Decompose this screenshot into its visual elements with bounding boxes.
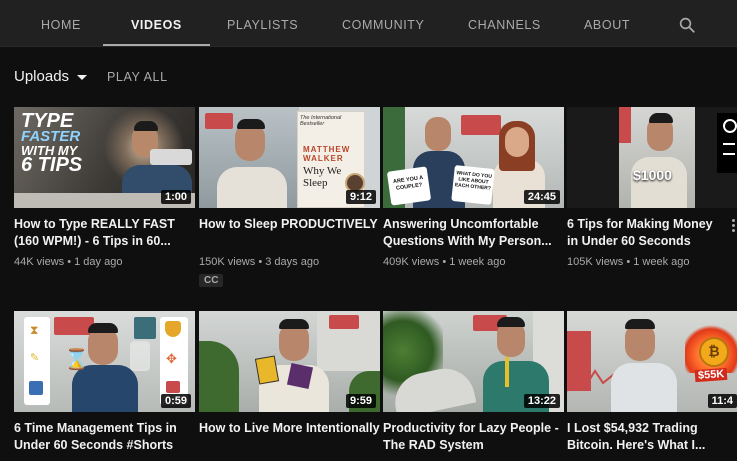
playlist-icon <box>723 143 735 155</box>
video-card: 9:59 How to Live More Intentionally <box>199 311 380 454</box>
hourglass-icon: ⧗ <box>30 323 39 337</box>
video-meta: 105K views • 1 week ago <box>567 256 737 268</box>
video-title[interactable]: 6 Time Management Tips in Under 60 Secon… <box>14 420 195 454</box>
upload-age: 1 day ago <box>74 256 123 268</box>
thumb-overlay-text: $1000 <box>633 167 672 183</box>
tab-channels[interactable]: CHANNELS <box>468 0 541 46</box>
shield-icon <box>165 321 181 337</box>
meta-separator: • <box>258 256 263 268</box>
clock-icon <box>723 119 737 133</box>
view-count: 105K views <box>567 256 624 268</box>
stack-icon <box>166 381 180 393</box>
duration-badge: 9:59 <box>345 394 376 408</box>
thumb-card-text: WHAT DO YOU LIKE ABOUT EACH OTHER? <box>451 165 495 205</box>
video-thumbnail[interactable]: 9:59 <box>199 311 380 412</box>
book-author-text: WALKER <box>303 154 344 163</box>
thumb-overlay-text: 6 TIPS <box>21 154 83 176</box>
video-meta: 409K views • 1 week ago <box>383 256 564 268</box>
video-meta: 44K views • 1 day ago <box>14 256 195 268</box>
search-icon[interactable] <box>678 16 696 34</box>
bitcoin-icon: ₿ <box>699 337 729 367</box>
video-title[interactable]: I Lost $54,932 Trading Bitcoin. Here's W… <box>567 420 727 454</box>
tab-playlists[interactable]: PLAYLISTS <box>227 0 298 46</box>
pencil-icon: ✎ <box>30 352 40 364</box>
view-count: 150K views <box>199 256 256 268</box>
duration-badge: 9:12 <box>345 190 376 204</box>
caret-down-icon <box>77 74 88 80</box>
thumb-overlay-text: FASTER <box>21 128 81 145</box>
tab-community[interactable]: COMMUNITY <box>342 0 424 46</box>
more-options-icon[interactable] <box>732 219 736 233</box>
video-thumbnail[interactable]: $1000 <box>567 107 737 208</box>
uploads-label: Uploads <box>14 68 70 85</box>
play-all-button[interactable]: PLAY ALL <box>107 70 168 84</box>
meta-separator: • <box>442 256 447 268</box>
video-title[interactable]: How to Sleep PRODUCTIVELY <box>199 216 380 250</box>
calendar-icon <box>29 381 43 395</box>
upload-age: 1 week ago <box>449 256 506 268</box>
video-title[interactable]: How to Live More Intentionally <box>199 420 380 454</box>
video-card: ⧗ ✎ ✥ ⌛ 0:59 6 Time Management Tips in U… <box>14 311 195 454</box>
duration-badge: 13:22 <box>523 394 560 408</box>
closed-captions-badge: CC <box>199 274 224 287</box>
video-card: 13:22 Productivity for Lazy People - The… <box>383 311 564 454</box>
hourglass-prop-icon: ⌛ <box>64 349 89 371</box>
tab-home[interactable]: HOME <box>41 0 81 46</box>
video-title[interactable]: Answering Uncomfortable Questions With M… <box>383 216 564 250</box>
video-thumbnail[interactable]: 13:22 <box>383 311 564 412</box>
thumb-card-text: ARE YOU A COUPLE? <box>386 166 432 206</box>
video-card: ₿ $55K 11:4 I Lost $54,932 Trading Bitco… <box>567 311 737 454</box>
book-bestseller-text: The International Bestseller <box>300 115 342 127</box>
thumb-overlay-text: $55K <box>694 367 728 383</box>
tab-videos[interactable]: VIDEOS <box>103 0 210 46</box>
video-thumbnail[interactable]: TYPE FASTER WITH MY 6 TIPS 1:00 <box>14 107 195 208</box>
video-card: The International Bestseller MATTHEW WAL… <box>199 107 380 288</box>
channel-tab-bar: HOME VIDEOS PLAYLISTS COMMUNITY CHANNELS… <box>0 0 737 47</box>
video-title[interactable]: 6 Tips for Making Money in Under 60 Seco… <box>567 216 727 250</box>
arrows-icon: ✥ <box>166 351 177 366</box>
video-thumbnail[interactable]: ₿ $55K 11:4 <box>567 311 737 412</box>
duration-badge: 0:59 <box>160 394 191 408</box>
video-thumbnail[interactable]: ⧗ ✎ ✥ ⌛ 0:59 <box>14 311 195 412</box>
view-count: 44K views <box>14 256 65 268</box>
book-title-text: Sleep <box>303 177 328 189</box>
tab-about[interactable]: ABOUT <box>584 0 630 46</box>
view-count: 409K views <box>383 256 440 268</box>
duration-badge: 1:00 <box>160 190 191 204</box>
video-card: TYPE FASTER WITH MY 6 TIPS 1:00 How to T… <box>14 107 195 268</box>
upload-age: 1 week ago <box>633 256 690 268</box>
upload-age: 3 days ago <box>265 256 320 268</box>
meta-separator: • <box>626 256 631 268</box>
duration-badge: 24:45 <box>523 190 560 204</box>
video-thumbnail[interactable]: The International Bestseller MATTHEW WAL… <box>199 107 380 208</box>
video-card: ARE YOU A COUPLE? WHAT DO YOU LIKE ABOUT… <box>383 107 564 268</box>
uploads-dropdown[interactable]: Uploads <box>14 68 88 85</box>
book-title-text: Why We <box>303 165 342 177</box>
video-title[interactable]: Productivity for Lazy People - The RAD S… <box>383 420 564 454</box>
duration-badge: 11:4 <box>707 394 737 408</box>
book-author-text: MATTHEW <box>303 145 351 154</box>
video-thumbnail[interactable]: ARE YOU A COUPLE? WHAT DO YOU LIKE ABOUT… <box>383 107 564 208</box>
meta-separator: • <box>67 256 72 268</box>
video-meta: 150K views • 3 days ago <box>199 256 380 268</box>
video-card: $1000 6 Tips for Making Money in Under 6… <box>567 107 737 268</box>
video-title[interactable]: How to Type REALLY FAST (160 WPM!) - 6 T… <box>14 216 195 250</box>
